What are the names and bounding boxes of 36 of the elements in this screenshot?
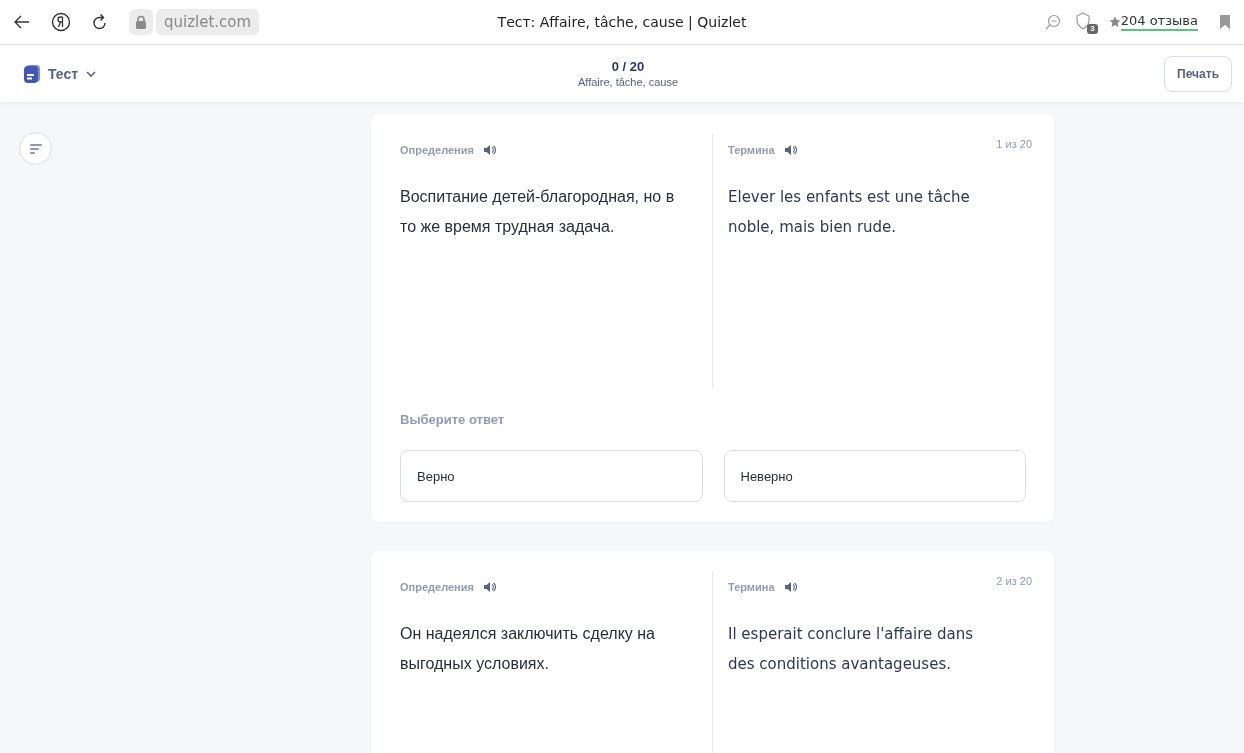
question-counter: 2 из 20 [996,575,1032,587]
answer-option[interactable]: Неверно [723,450,1026,502]
reviews-link[interactable]: 204 отзыва [1120,13,1198,31]
mode-dropdown[interactable]: Тест [24,64,427,83]
answer-option[interactable]: Верно [400,450,703,502]
side-label: Термина [728,581,775,593]
filter-button[interactable] [19,132,52,165]
speaker-icon[interactable] [483,582,496,592]
caret-icon [86,70,97,77]
prompt-text: Выберите ответ [400,412,506,427]
filter-icon [28,142,43,155]
document-icon [24,64,40,83]
side-label: Определения [400,581,474,593]
definition-text: Он надеялся заключить сделку на выгодных условиях. [400,624,656,674]
term-text: Elever les enfants est une tâche noble, mais bien rude. [728,187,971,238]
progress-count: 0 / 20 [610,59,646,74]
page-title: Тест: Affaire, tâche, cause | Quizlet [496,14,748,30]
count-badge: 3 [1087,24,1098,34]
lock-icon [129,9,153,35]
speaker-icon[interactable] [784,145,797,155]
term-text: Il esperait conclure l'affaire dans des conditions avantageuses. [728,624,975,675]
side-label: Термина [728,144,775,156]
browser-logo-icon[interactable] [51,12,71,32]
star-icon [1108,16,1121,28]
set-title: Affaire, tâche, cause [576,76,680,88]
reload-icon[interactable] [92,13,108,31]
print-button[interactable]: Печать [1164,55,1232,92]
side-label: Определения [400,144,474,156]
address-field[interactable]: quizlet.com [156,9,260,35]
zoom-out-icon[interactable] [1044,14,1061,30]
question-counter: 1 из 20 [996,138,1032,150]
definition-text: Воспитание детей-благородная, но в то же время трудная задача. [400,187,676,237]
bookmark-icon[interactable] [1220,15,1230,29]
speaker-icon[interactable] [483,145,496,155]
speaker-icon[interactable] [784,582,797,592]
back-icon[interactable] [14,15,30,29]
